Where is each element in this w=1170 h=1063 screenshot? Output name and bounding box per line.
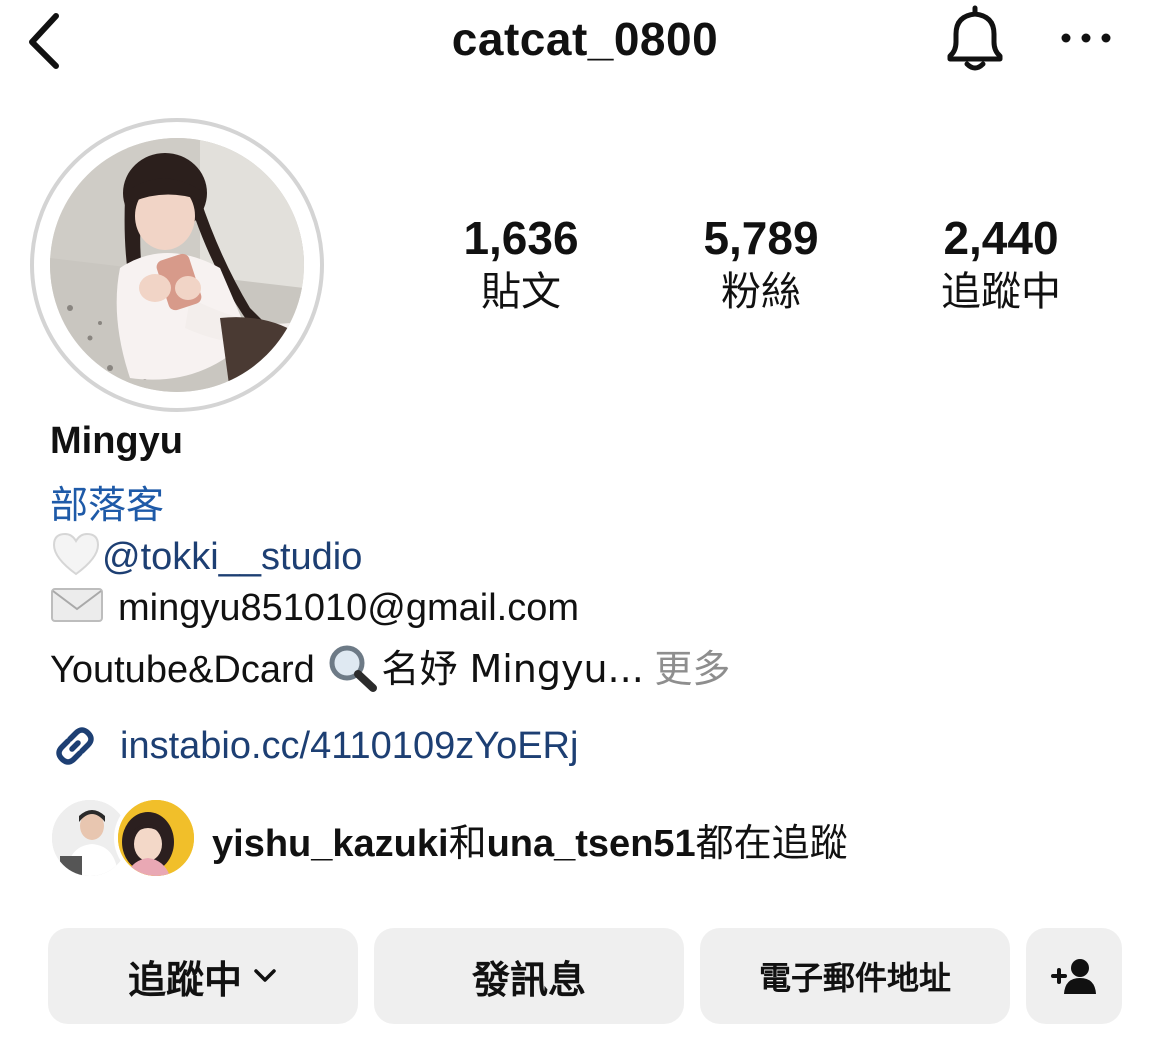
followed-by-suffix: 都在追蹤 xyxy=(695,821,848,865)
following-label: 追蹤中 xyxy=(941,269,1061,315)
mutual-avatar-2[interactable] xyxy=(114,796,198,880)
bio-line-mention: @tokki__studio xyxy=(50,530,362,588)
followed-by-text: yishu_kazuki和una_tsen51都在追蹤 xyxy=(212,812,848,867)
display-name: Mingyu xyxy=(50,420,183,462)
bio-line-email: mingyu851010@gmail.com xyxy=(50,586,579,634)
notifications-button[interactable] xyxy=(940,4,1010,74)
more-options-button[interactable] xyxy=(1056,18,1116,58)
link-url: instabio.cc/4110109zYoERj xyxy=(120,724,579,767)
followers-count: 5,789 xyxy=(703,212,819,264)
profile-avatar[interactable] xyxy=(50,138,304,392)
link-icon xyxy=(56,727,94,765)
envelope-icon xyxy=(50,586,104,634)
bio-email-text: mingyu851010@gmail.com xyxy=(118,587,580,630)
mutual-photo-2 xyxy=(118,800,194,876)
bio-youtube-text: Youtube&Dcard xyxy=(50,649,315,691)
stat-posts[interactable]: 1,636 貼文 xyxy=(401,210,641,318)
white-heart-icon xyxy=(50,530,102,588)
email-button[interactable]: 電子郵件地址 xyxy=(700,928,1010,1024)
posts-count: 1,636 xyxy=(463,212,579,264)
mutual-user-1[interactable]: yishu_kazuki xyxy=(212,823,449,865)
following-count: 2,440 xyxy=(943,212,1059,264)
bio-more-link[interactable]: 更多 xyxy=(654,647,730,691)
profile-photo xyxy=(50,138,304,392)
more-horizontal-icon xyxy=(1061,33,1111,43)
category-label: 部落客 xyxy=(50,483,165,527)
bio-line-search: Youtube&Dcard 名妤 Mingyu... 更多 xyxy=(50,638,730,702)
chevron-down-icon xyxy=(254,969,276,982)
bio-search-text: 名妤 Mingyu... xyxy=(381,647,644,691)
message-button[interactable]: 發訊息 xyxy=(374,928,684,1024)
email-button-label: 電子郵件地址 xyxy=(758,959,951,997)
bell-icon xyxy=(947,5,1003,71)
followers-label: 粉絲 xyxy=(721,269,801,315)
stat-following[interactable]: 2,440 追蹤中 xyxy=(881,210,1121,318)
posts-label: 貼文 xyxy=(481,269,561,315)
bio-mention-link[interactable]: @tokki__studio xyxy=(102,536,362,578)
mutual-user-2[interactable]: una_tsen51 xyxy=(487,823,696,865)
following-button[interactable]: 追蹤中 xyxy=(48,928,358,1024)
followed-by-connector: 和 xyxy=(448,821,487,865)
suggest-users-button[interactable] xyxy=(1026,928,1122,1024)
bio-external-link[interactable]: instabio.cc/4110109zYoERj xyxy=(48,718,578,774)
stat-followers[interactable]: 5,789 粉絲 xyxy=(641,210,881,318)
following-button-label: 追蹤中 xyxy=(127,957,242,1002)
add-user-icon xyxy=(1051,959,1096,994)
message-button-label: 發訊息 xyxy=(471,957,586,1002)
magnifier-icon xyxy=(325,642,381,702)
